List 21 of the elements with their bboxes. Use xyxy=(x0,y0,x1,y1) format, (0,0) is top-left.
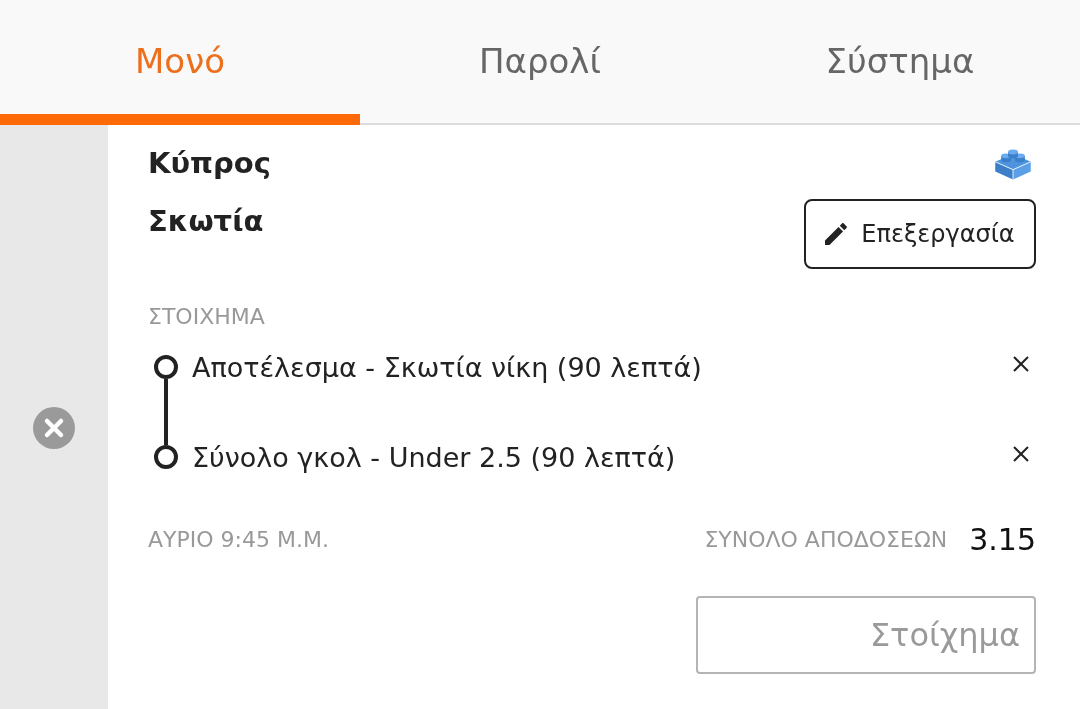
stake-input-field[interactable]: Στοίχημα xyxy=(696,596,1036,674)
selection-text: Σύνολο γκολ - Under 2.5 (90 λεπτά) xyxy=(192,441,677,473)
tab[interactable]: Παρολί xyxy=(360,0,720,125)
team-name: Κύπρος xyxy=(148,145,271,182)
close-icon xyxy=(1013,446,1029,462)
ring-icon xyxy=(154,355,178,379)
total-odds-label: ΣΥΝΟΛΟ ΑΠΟΔΟΣΕΩΝ xyxy=(704,526,948,552)
tab[interactable]: Σύστημα xyxy=(720,0,1080,125)
selection-text: Αποτέλεσμα - Σκωτία νίκη (90 λεπτά) xyxy=(192,351,703,383)
edit-button[interactable]: Επεξεργασία xyxy=(804,199,1036,269)
close-icon xyxy=(1013,356,1029,372)
close-icon xyxy=(33,407,75,449)
timeline-connector xyxy=(164,379,168,445)
total-odds-value: 3.15 xyxy=(969,521,1036,557)
building-brick-icon xyxy=(993,146,1033,180)
remove-bet-button[interactable] xyxy=(33,407,75,449)
team-name: Σκωτία xyxy=(148,203,265,240)
kickoff-time: ΑΥΡΙΟ 9:45 Μ.Μ. xyxy=(148,526,329,552)
section-label: ΣΤΟΙΧΗΜΑ xyxy=(148,303,266,331)
ring-icon xyxy=(154,445,178,469)
pencil-icon xyxy=(825,223,848,245)
